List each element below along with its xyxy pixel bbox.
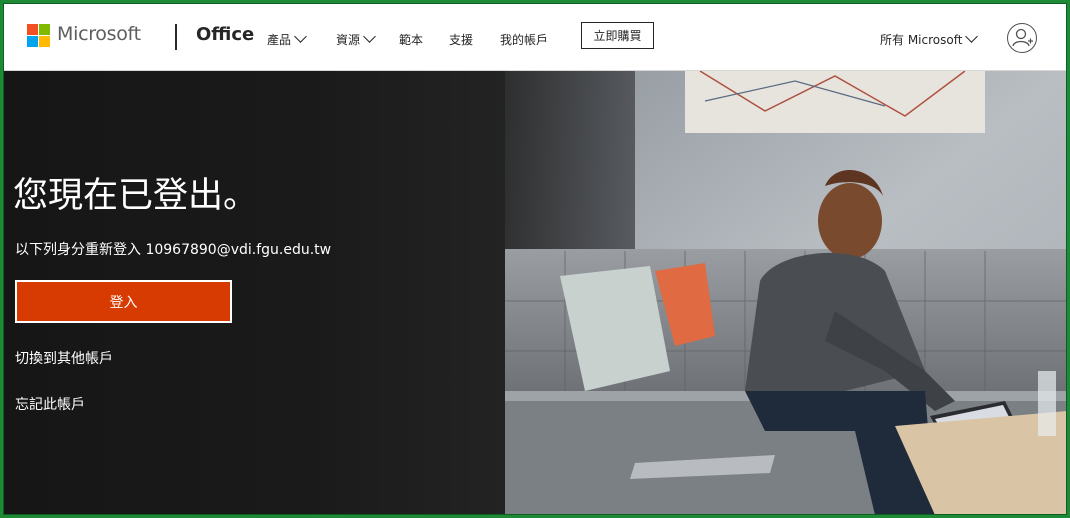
window-frame bbox=[0, 0, 1070, 518]
